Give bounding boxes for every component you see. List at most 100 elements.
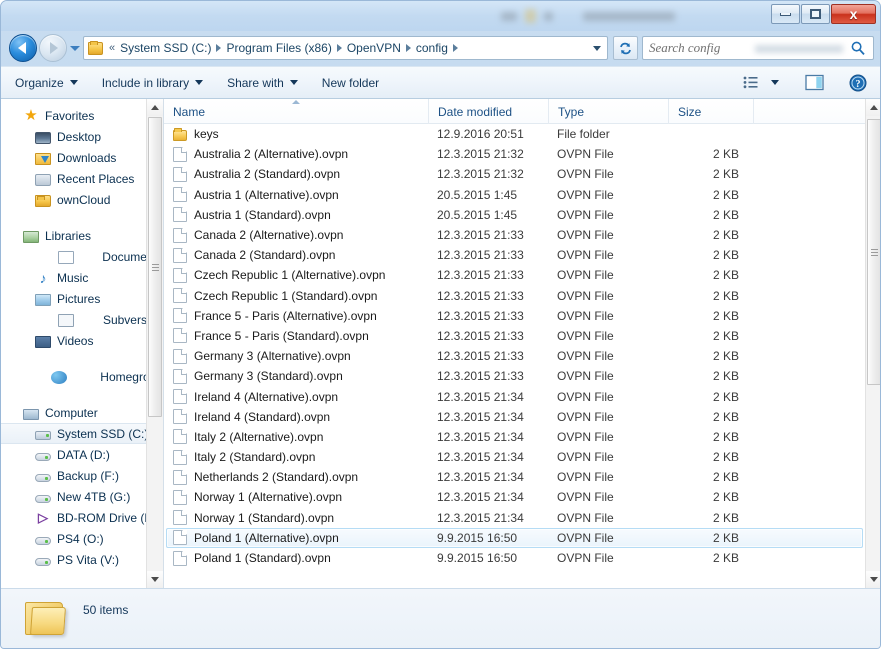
cell-date-modified: 12.3.2015 21:34 <box>437 470 524 485</box>
window-controls: x <box>771 4 876 24</box>
organize-button[interactable]: Organize <box>5 70 88 96</box>
navpane-scrollbar[interactable] <box>146 99 163 588</box>
table-row[interactable]: Canada 2 (Standard).ovpn 12.3.2015 21:33 O… <box>166 245 863 265</box>
include-in-library-label: Include in library <box>101 75 190 90</box>
nav-header-favorites[interactable]: ★ Favorites <box>1 105 163 126</box>
cell-name: Czech Republic 1 (Standard).ovpn <box>167 288 430 304</box>
filelist-scrollbar[interactable] <box>865 99 880 588</box>
folder-icon <box>173 127 187 141</box>
sidebar-item-ps4-o[interactable]: PS4 (O:) <box>1 528 163 549</box>
cell-type: OVPN File <box>557 409 614 424</box>
table-row[interactable]: Ireland 4 (Standard).ovpn 12.3.2015 21:34… <box>166 407 863 427</box>
breadcrumb-separator-icon[interactable] <box>216 44 221 52</box>
file-name-label: Netherlands 2 (Standard).ovpn <box>194 470 359 485</box>
nav-header-computer[interactable]: Computer <box>1 402 163 423</box>
breadcrumb-separator-icon[interactable] <box>406 44 411 52</box>
column-header-type[interactable]: Type <box>549 99 669 124</box>
scroll-up-button[interactable] <box>147 99 163 116</box>
preview-pane-button[interactable] <box>800 70 830 96</box>
videos-icon <box>35 335 51 348</box>
breadcrumb-item-openvpn[interactable]: OpenVPN <box>346 39 402 57</box>
table-row[interactable]: Germany 3 (Alternative).ovpn 12.3.2015 21… <box>166 346 863 366</box>
file-name-label: Norway 1 (Alternative).ovpn <box>194 490 343 505</box>
sidebar-item-videos[interactable]: Videos <box>1 330 163 351</box>
breadcrumb-item-system-ssd[interactable]: System SSD (C:) <box>119 39 212 57</box>
share-with-label: Share with <box>227 75 284 90</box>
table-row[interactable]: France 5 - Paris (Alternative).ovpn 12.3.… <box>166 306 863 326</box>
nav-header-homegroup[interactable]: Homegroup <box>1 366 163 387</box>
sidebar-item-subversion[interactable]: Subversion <box>1 309 163 330</box>
sidebar-item-documents[interactable]: Documents <box>1 246 163 267</box>
refresh-button[interactable] <box>613 36 638 60</box>
sidebar-item-backup-f[interactable]: Backup (F:) <box>1 465 163 486</box>
triangle-up-icon <box>870 105 878 110</box>
table-row[interactable]: Norway 1 (Standard).ovpn 12.3.2015 21:34 O… <box>166 508 863 528</box>
sidebar-item-desktop[interactable]: Desktop <box>1 126 163 147</box>
column-header-name[interactable]: Name <box>164 99 429 124</box>
sidebar-item-owncloud[interactable]: ownCloud <box>1 189 163 210</box>
table-row[interactable]: France 5 - Paris (Standard).ovpn 12.3.201… <box>166 326 863 346</box>
nav-header-libraries[interactable]: Libraries <box>1 225 163 246</box>
breadcrumb[interactable]: « System SSD (C:) Program Files (x86) Op… <box>83 36 608 60</box>
sidebar-item-pictures[interactable]: Pictures <box>1 288 163 309</box>
hard-drive-icon <box>35 557 51 566</box>
back-button[interactable] <box>9 34 37 62</box>
help-button[interactable]: ? <box>844 70 872 96</box>
table-row[interactable]: Netherlands 2 (Standard).ovpn 12.3.2015 2… <box>166 467 863 487</box>
sidebar-item-bd-rom-drive[interactable]: ▷ BD-ROM Drive (K <box>1 507 163 528</box>
hard-drive-icon <box>35 452 51 461</box>
sidebar-item-system-ssd[interactable]: System SSD (C:) <box>1 423 163 444</box>
breadcrumb-overflow-icon[interactable]: « <box>109 42 115 54</box>
table-row[interactable]: Austria 1 (Alternative).ovpn 20.5.2015 1:… <box>166 185 863 205</box>
sidebar-item-ps-vita-v[interactable]: PS Vita (V:) <box>1 549 163 570</box>
table-row[interactable]: Poland 1 (Standard).ovpn 9.9.2015 16:50 OV… <box>166 548 863 568</box>
scrollbar-thumb[interactable] <box>867 119 880 385</box>
breadcrumb-item-config[interactable]: config <box>415 39 449 57</box>
table-row[interactable]: Czech Republic 1 (Alternative).ovpn 12.3.… <box>166 265 863 285</box>
table-row[interactable]: Canada 2 (Alternative).ovpn 12.3.2015 21:… <box>166 225 863 245</box>
maximize-button[interactable] <box>801 4 830 24</box>
breadcrumb-separator-icon[interactable] <box>337 44 342 52</box>
file-icon <box>173 368 187 384</box>
sidebar-item-music[interactable]: ♪ Music <box>1 267 163 288</box>
change-view-button[interactable] <box>737 70 764 96</box>
sidebar-item-label: ownCloud <box>57 192 111 207</box>
scroll-down-button[interactable] <box>147 571 163 588</box>
close-button[interactable]: x <box>831 4 876 24</box>
sidebar-item-new-4tb-g[interactable]: New 4TB (G:) <box>1 486 163 507</box>
table-row[interactable]: Germany 3 (Standard).ovpn 12.3.2015 21:33… <box>166 366 863 386</box>
table-row[interactable]: Italy 2 (Standard).ovpn 12.3.2015 21:34 OV… <box>166 447 863 467</box>
table-row[interactable]: Australia 2 (Alternative).ovpn 12.3.2015 … <box>166 144 863 164</box>
table-row[interactable]: Australia 2 (Standard).ovpn 12.3.2015 21:… <box>166 164 863 184</box>
column-header-size[interactable]: Size <box>669 99 754 124</box>
table-row[interactable]: Austria 1 (Standard).ovpn 20.5.2015 1:45 O… <box>166 205 863 225</box>
sidebar-item-downloads[interactable]: Downloads <box>1 147 163 168</box>
new-folder-button[interactable]: New folder <box>312 70 389 96</box>
column-label: Type <box>558 104 585 119</box>
history-dropdown-icon[interactable] <box>70 45 80 51</box>
file-name-label: keys <box>194 127 219 142</box>
table-row[interactable]: Norway 1 (Alternative).ovpn 12.3.2015 21:… <box>166 487 863 507</box>
breadcrumb-separator-icon[interactable] <box>453 44 458 52</box>
share-with-button[interactable]: Share with <box>217 70 308 96</box>
minimize-button[interactable] <box>771 4 800 24</box>
view-options-dropdown[interactable] <box>766 70 784 96</box>
table-row[interactable]: Ireland 4 (Alternative).ovpn 12.3.2015 21… <box>166 386 863 406</box>
table-row[interactable]: Poland 1 (Alternative).ovpn 9.9.2015 16:5… <box>166 527 863 548</box>
table-row[interactable]: keys 12.9.2016 20:51 File folder <box>166 124 863 144</box>
search-box[interactable] <box>642 36 874 60</box>
scroll-down-button[interactable] <box>866 571 880 588</box>
sidebar-item-data-d[interactable]: DATA (D:) <box>1 444 163 465</box>
table-row[interactable]: Italy 2 (Alternative).ovpn 12.3.2015 21:3… <box>166 427 863 447</box>
column-header-date-modified[interactable]: Date modified <box>429 99 549 124</box>
table-row[interactable]: Czech Republic 1 (Standard).ovpn 12.3.201… <box>166 286 863 306</box>
sidebar-item-recent-places[interactable]: Recent Places <box>1 168 163 189</box>
chevron-down-icon[interactable] <box>589 38 605 58</box>
forward-button[interactable] <box>39 34 67 62</box>
breadcrumb-item-program-files[interactable]: Program Files (x86) <box>225 39 332 57</box>
scroll-up-button[interactable] <box>866 99 880 116</box>
scrollbar-thumb[interactable] <box>148 117 162 417</box>
include-in-library-button[interactable]: Include in library <box>92 70 213 96</box>
navigation-pane: ★ Favorites Desktop Downloads Recent Pla… <box>1 99 164 588</box>
